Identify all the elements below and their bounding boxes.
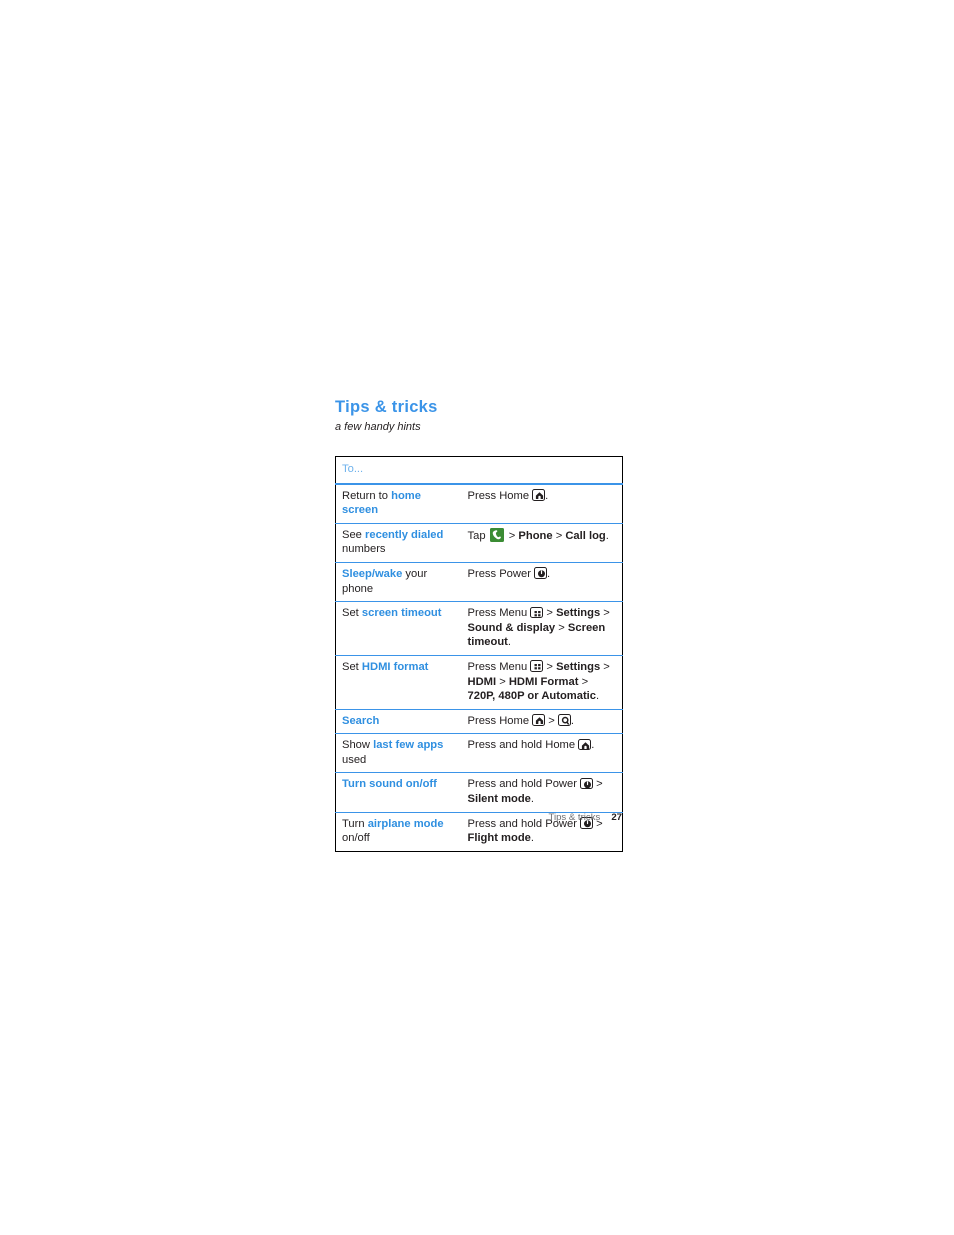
action-prefix: Press and hold Home [467,739,579,752]
cell-to: Return to home screen [336,484,462,524]
page-subtitle: a few handy hints [335,420,421,433]
phone-app-icon [489,527,504,542]
action-bold-3: HDMI Format [508,675,579,688]
action-bold-2: HDMI [467,675,497,688]
action-gt-1: > [593,778,603,791]
footer-section-label: Tips & tricks [548,812,601,823]
action-prefix: Press and hold Power [467,778,581,791]
action-prefix: Press Menu [467,660,531,673]
page-footer: Tips & tricks 27 [335,812,622,823]
action-gt-1: > [543,660,557,673]
action-bold-1: Phone [518,529,553,542]
table-header-action [461,456,623,485]
action-gt-3: > [555,621,568,634]
to-prefix: Show [342,739,374,752]
cell-to: Search [335,708,462,734]
action-gt-3: > [496,675,509,688]
to-keyword: Search [342,714,380,727]
cell-action: Press Home . [462,484,623,524]
to-prefix: See [342,528,366,541]
cell-to: See recently dialed numbers [335,522,462,563]
action-bold-1: Flight mode [467,832,531,845]
cell-action: Press Menu > Settings > Sound & display … [461,601,623,656]
action-bold-4: 720P, 480P or Automatic [467,690,597,703]
action-suffix: . [507,636,512,649]
home-key-icon [578,738,592,751]
action-gt-1: > [543,607,557,620]
cell-action: Press and hold Home . [461,733,623,773]
action-prefix: Press Power [467,567,535,580]
cell-to: Set HDMI format [335,654,462,710]
home-key-icon [532,489,546,501]
to-prefix: Set [342,660,362,673]
to-suffix: on/off [342,832,370,845]
cell-to: Set screen timeout [335,601,462,656]
cell-action: Press and hold Power > Silent mode. [461,772,623,813]
action-suffix: . [530,832,534,845]
action-bold-2: Sound & display [467,621,556,634]
action-bold-1: Settings [556,607,601,620]
footer-page-number: 27 [611,812,622,823]
to-prefix: Return to [342,489,392,502]
table-row: Search Press Home > . [335,708,623,734]
action-gt-4: > [578,675,589,688]
page-title: Tips & tricks [335,398,438,416]
cell-action: Tap > Phone > Call log. [461,522,623,563]
menu-key-icon [530,660,544,672]
table-header-row: To... [335,456,623,485]
tips-table: To... Return to home screen Press Home .S… [335,455,623,852]
to-keyword: screen timeout [361,607,442,620]
cell-action: Press Menu > Settings > HDMI > HDMI Form… [461,654,623,710]
cell-to: Turn sound on/off [335,772,462,813]
cell-action: Press Home > . [461,708,623,734]
to-keyword: recently dialed [365,528,444,541]
table-row: Set HDMI format Press Menu > Settings > H… [335,654,623,710]
table-row: Show last few apps used Press and hold Ho… [335,733,623,773]
action-prefix: Press Home [467,489,533,502]
action-gt-x: > [552,529,566,542]
action-bold-2: Call log [565,529,606,542]
to-suffix: used [342,753,367,766]
action-prefix: Press Home [467,714,533,727]
to-keyword: Sleep/wake [342,567,403,580]
to-prefix: Set [342,607,362,620]
to-keyword: Turn sound on/off [342,778,437,791]
to-suffix: numbers [342,543,386,556]
cell-to: Sleep/wake your phone [335,561,462,602]
table-row: Turn sound on/off Press and hold Power > … [335,772,623,813]
action-gt-1: > [545,714,558,727]
action-suffix: . [596,690,600,703]
action-bold-1: Settings [556,660,601,673]
action-gt-2: > [600,607,610,620]
table-row: See recently dialed numbers Tap > Phone >… [335,522,623,563]
table-row: Sleep/wake your phone Press Power . [335,561,623,602]
menu-key-icon [530,606,544,619]
table-header-to: To... [335,456,462,485]
table-row: Return to home screen Press Home . [336,484,623,524]
table-body: Return to home screen Press Home . See rec… [335,484,623,852]
home-key-icon [532,714,546,726]
action-prefix: Press Menu [467,607,531,620]
power-key-icon [534,567,548,579]
action-suffix: . [530,793,535,806]
power-key-icon [580,777,594,790]
cell-action: Press Power . [461,561,623,602]
to-keyword: HDMI format [361,660,429,673]
cell-to: Show last few apps used [335,733,462,773]
action-bold-1: Silent mode [467,793,531,806]
action-suffix: . [605,529,609,542]
page-content: Tips & tricks a few handy hints To... Re… [335,398,623,852]
action-gt-2: > [600,660,610,673]
action-prefix: Tap [467,529,489,542]
table-row: Set screen timeout Press Menu > Settings … [335,601,623,656]
action-gt-1: > [505,529,519,542]
to-keyword: last few apps [373,739,444,752]
search-key-icon [557,714,571,726]
